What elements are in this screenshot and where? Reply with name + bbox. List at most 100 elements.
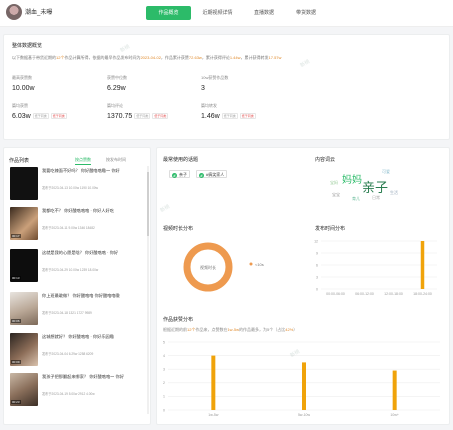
- video-thumbnail[interactable]: 00:06: [10, 292, 38, 325]
- y-tick-label: 3: [163, 368, 165, 372]
- y-tick-label: 0: [316, 287, 318, 291]
- scrollbar-thumb[interactable]: [147, 172, 149, 236]
- cloud-title: 内容词云: [315, 157, 336, 163]
- work-title: 这城想就好？ 你好酸咯咯 · 你好乐园嗷: [42, 334, 114, 339]
- list-item[interactable]: 00:13 这就是我的心愿是啥？ 你好酸咯咯 · 你好 发布于2023-04-2…: [10, 249, 142, 285]
- compare-badge: 低于同类: [221, 113, 238, 120]
- y-tick-label: 6: [316, 263, 318, 267]
- x-tick-label: 5w-10w: [298, 413, 311, 417]
- word-cloud: 妈妈 亲子 宝宝 育儿 日常 可爱 生活 宝妈: [330, 166, 410, 208]
- compare-badge: 低于同类: [134, 113, 151, 120]
- compare-badge: 低于同类: [152, 113, 169, 120]
- work-meta: 发布于2023-04-18 1321 1727 9989: [42, 311, 92, 315]
- hash-icon: #: [199, 173, 204, 178]
- duration-title: 视频时长分布: [163, 226, 194, 232]
- work-title: 这就是我的心愿是啥？ 你好酸咯咯 · 你好: [42, 250, 119, 255]
- y-tick-label: 0: [163, 408, 165, 412]
- likes-title: 作品获赞分布: [163, 317, 194, 323]
- x-tick-label: 10w+: [390, 413, 398, 417]
- y-tick-label: 4: [163, 354, 165, 358]
- work-meta: 发布于2023-04-11 9.00w 1346 18482: [42, 226, 95, 230]
- scrollbar[interactable]: [147, 166, 149, 414]
- y-tick-label: 2: [163, 381, 165, 385]
- video-thumbnail[interactable]: [10, 167, 38, 200]
- stat-label-avg-likes: 篇均获赞: [12, 103, 28, 108]
- tab-sales-data[interactable]: 带货数据: [286, 6, 326, 20]
- desc-prefix: 以下数据基于带货近期的: [12, 55, 56, 60]
- stat-value-median-likes: 6.29w: [107, 85, 126, 92]
- tab-live-data[interactable]: 直播数据: [244, 6, 284, 20]
- x-tick-label: 12:00-18:00: [384, 292, 403, 296]
- desc-c: ，累计获得转发: [240, 55, 269, 60]
- video-thumbnail[interactable]: 00:13: [10, 249, 38, 282]
- hash-icon: #: [172, 173, 177, 178]
- duration-badge: 00:17: [11, 234, 21, 238]
- list-item[interactable]: 我要吃辣面不好吗？ 你好酸咯咯嗷～ 你好 发布于2023-04-13 10.00…: [10, 167, 142, 203]
- list-item[interactable]: 00:09 这城想就好？ 你好酸咯咯 · 你好乐园嗷 发布于2023-04-04…: [10, 333, 142, 369]
- top-bar: 潮血_未曝 作品概览 近期视频详情 直播数据 带货数据: [0, 0, 453, 27]
- bar: [420, 241, 425, 289]
- y-tick-label: 9: [316, 251, 318, 255]
- desc-date: 2023-04-02: [140, 55, 161, 60]
- overview-desc: 以下数据基于带货近期的12个作品计算所得，依据的最早作品发布时间为2023-04…: [12, 55, 281, 61]
- video-thumbnail[interactable]: 00:09: [10, 333, 38, 366]
- bar: [302, 362, 306, 410]
- stat-label-max-likes: 最高获赞数: [12, 75, 32, 80]
- x-tick-label: 00:00-06:00: [326, 292, 345, 296]
- likes-distribution-bar-chart: 0 1 2 3 4 5 1w-5w 5w-10w 10w+: [163, 340, 440, 417]
- filter-by-likes[interactable]: 按点赞数: [75, 157, 91, 165]
- likes-desc-range: 1w-5w: [227, 327, 240, 332]
- cloud-word: 育儿: [352, 196, 360, 201]
- cloud-word: 宝妈: [330, 180, 338, 185]
- avatar[interactable]: [6, 4, 22, 20]
- bar: [211, 355, 216, 410]
- topics-title: 最常使用的话题: [163, 157, 199, 163]
- cloud-word: 日常: [372, 195, 380, 200]
- overview-card: 整体数据概览 以下数据基于带货近期的12个作品计算所得，依据的最早作品发布时间为…: [3, 34, 450, 140]
- cloud-word: 生活: [390, 190, 398, 195]
- y-tick-label: 1: [163, 395, 165, 399]
- work-meta: 发布于2023-04-04 6.29w 1258 6209: [42, 352, 94, 356]
- work-title: 你上班最敢做？ 你好酸咯咯 你好酸咯咯嗷: [42, 293, 120, 298]
- topic-chip[interactable]: # 亲子: [169, 170, 190, 178]
- desc-a: ，作品累计获赞: [160, 55, 189, 60]
- duration-donut-chart: 视频时长 <10s: [183, 242, 264, 292]
- work-meta: 发布于2023-04-19 5.00w 2912 4.00w: [42, 392, 95, 396]
- video-thumbnail[interactable]: 00:23: [10, 373, 38, 406]
- works-title: 作品列表: [9, 158, 30, 164]
- likes-desc-mid: 作品来，点赞数在: [195, 327, 228, 332]
- stat-value-avg-shares: 1.46w 低于同类 低于同类: [201, 113, 256, 120]
- cloud-word: 宝宝: [332, 192, 340, 197]
- topic-chip[interactable]: # #搞笑家人: [196, 170, 228, 178]
- publish-title: 发布时间分布: [315, 226, 346, 232]
- y-tick-label: 5: [163, 340, 165, 344]
- stat-value-avg-likes: 6.03w 低于同类 低于同类: [12, 113, 67, 120]
- desc-likes-total: 72.63w: [188, 55, 202, 60]
- work-title: 我孩子把那翻起来哪家？ 你好酸咯咯～ 你好: [42, 374, 124, 379]
- tab-recent-videos[interactable]: 近期视频详情: [195, 6, 240, 20]
- list-item[interactable]: 00:23 我孩子把那翻起来哪家？ 你好酸咯咯～ 你好 发布于2023-04-1…: [10, 373, 142, 409]
- likes-desc-end: ）: [293, 327, 298, 332]
- stat-label-avg-shares: 篇均转发: [201, 103, 217, 108]
- stat-value-10w-works: 3: [201, 85, 205, 92]
- list-item[interactable]: 00:17 我都吃不？ 你好酸咯咯咯 · 你好人好吃 发布于2023-04-11…: [10, 207, 142, 243]
- tab-overview[interactable]: 作品概览: [146, 6, 191, 20]
- duration-badge: 00:13: [11, 276, 21, 280]
- y-tick-label: 3: [316, 275, 318, 279]
- likes-desc: 根据近期的前12个作品来，点赞数在1w-5w的作品最多，为5个（占比42%）: [163, 327, 297, 333]
- list-item[interactable]: 00:06 你上班最敢做？ 你好酸咯咯 你好酸咯咯嗷 发布于2023-04-18…: [10, 292, 142, 328]
- topic-label: 亲子: [179, 172, 187, 177]
- work-meta: 发布于2023-04-29 10.00w 1239 18.00w: [42, 268, 99, 272]
- cloud-word: 妈妈: [342, 175, 362, 186]
- video-thumbnail[interactable]: 00:17: [10, 207, 38, 240]
- filter-by-time[interactable]: 按发布时间: [106, 157, 126, 163]
- likes-desc-tail: 的作品最多，为5个（占比: [239, 327, 286, 332]
- compare-badge: 低于同类: [50, 113, 67, 120]
- work-meta: 发布于2023-04-13 10.00w 1190 10.00w: [42, 186, 98, 190]
- username: 潮血_未曝: [25, 10, 53, 16]
- desc-comments-total: 1.44w: [229, 55, 241, 60]
- desc-mid: 作品计算所得，依据的最早作品发布时间为: [64, 55, 141, 60]
- x-tick-label: 06:00-12:00: [355, 292, 374, 296]
- legend-label: <10s: [255, 262, 264, 267]
- publish-time-bar-chart: 0 3 6 9 12 00:00-06:00 06:00-12:00 12:00-18:00 1…: [314, 239, 437, 296]
